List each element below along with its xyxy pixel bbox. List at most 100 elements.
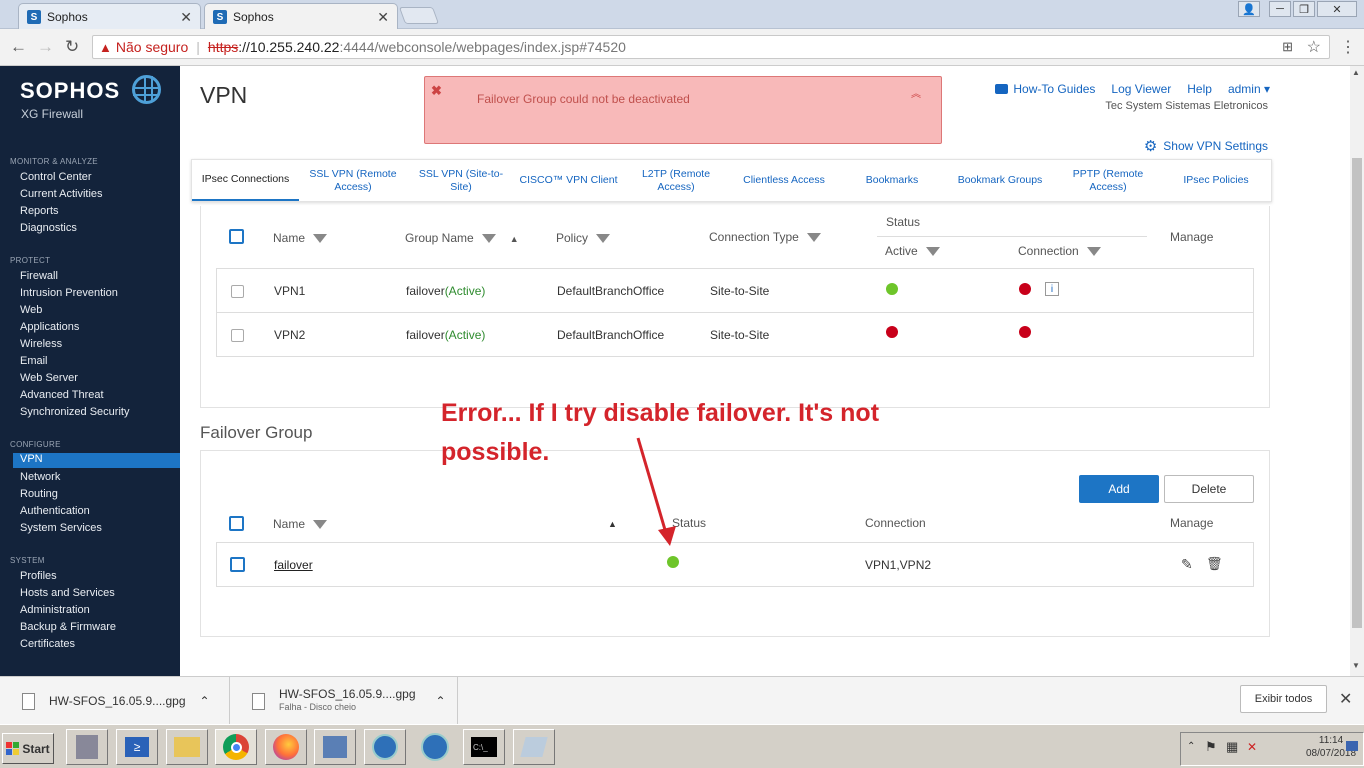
- minimize-button[interactable]: ─: [1269, 1, 1291, 17]
- flag-icon[interactable]: ⚑: [1205, 739, 1217, 755]
- bookmark-star-icon[interactable]: ☆: [1307, 37, 1321, 57]
- filter-icon[interactable]: [1086, 247, 1101, 257]
- sidebar-item-diagnostics[interactable]: Diagnostics: [20, 222, 77, 234]
- reload-icon[interactable]: ↻: [65, 37, 79, 57]
- sidebar-item-wireless[interactable]: Wireless: [20, 338, 62, 350]
- tab-pptp[interactable]: PPTP (Remote Access): [1054, 160, 1162, 201]
- tab-bookmarks[interactable]: Bookmarks: [838, 160, 946, 201]
- sidebar-item-routing[interactable]: Routing: [20, 488, 58, 500]
- close-icon[interactable]: ✕: [1339, 689, 1352, 709]
- menu-icon[interactable]: ⋮: [1340, 37, 1356, 57]
- filter-icon[interactable]: [313, 520, 328, 530]
- tab-ipsec-policies[interactable]: IPsec Policies: [1162, 160, 1270, 201]
- tab-cisco-vpn-client[interactable]: CISCO™ VPN Client: [515, 160, 622, 201]
- sidebar-item-web-server[interactable]: Web Server: [20, 372, 78, 384]
- filter-icon[interactable]: [806, 233, 821, 243]
- info-icon[interactable]: i: [1045, 282, 1059, 296]
- admin-menu[interactable]: admin ▾: [1228, 82, 1270, 96]
- tab-ssl-vpn-site[interactable]: SSL VPN (Site-to-Site): [407, 160, 515, 201]
- sidebar-item-synchronized-security[interactable]: Synchronized Security: [20, 406, 129, 418]
- table-row[interactable]: VPN1 failover(Active) DefaultBranchOffic…: [216, 268, 1254, 313]
- show-all-downloads-button[interactable]: Exibir todos: [1240, 685, 1327, 713]
- sidebar-item-profiles[interactable]: Profiles: [20, 570, 57, 582]
- sidebar-item-system-services[interactable]: System Services: [20, 522, 102, 534]
- download-item[interactable]: HW-SFOS_16.05.9....gpg ⌃: [0, 677, 230, 725]
- powershell-icon[interactable]: ≥: [116, 729, 158, 765]
- tab-l2tp[interactable]: L2TP (Remote Access): [622, 160, 730, 201]
- chrome-icon[interactable]: [215, 729, 257, 765]
- active-status-dot[interactable]: [886, 283, 898, 295]
- tab-ssl-vpn-remote[interactable]: SSL VPN (Remote Access): [299, 160, 407, 201]
- notepad-icon[interactable]: [513, 729, 555, 765]
- close-tab-icon[interactable]: ✕: [180, 9, 192, 26]
- failover-status-dot[interactable]: [667, 556, 679, 568]
- sidebar-item-intrusion-prevention[interactable]: Intrusion Prevention: [20, 287, 118, 299]
- back-icon[interactable]: ←: [10, 37, 27, 57]
- sidebar-item-certificates[interactable]: Certificates: [20, 638, 75, 650]
- filter-icon[interactable]: [313, 234, 328, 244]
- col-group-name[interactable]: Group Name ▲: [405, 231, 519, 245]
- filter-icon[interactable]: [925, 247, 940, 257]
- trash-icon[interactable]: 🗑: [1206, 556, 1223, 572]
- network-icon[interactable]: ▦: [1226, 739, 1238, 755]
- url-field[interactable]: ▲ Não seguro | https ://10.255.240.22 :4…: [92, 35, 1330, 59]
- sidebar-item-network[interactable]: Network: [20, 471, 60, 483]
- failover-name-link[interactable]: failover: [274, 558, 313, 572]
- log-viewer-link[interactable]: Log Viewer: [1111, 82, 1171, 96]
- select-all-checkbox[interactable]: [229, 229, 244, 244]
- close-icon[interactable]: ✖: [431, 83, 442, 99]
- close-window-button[interactable]: ✕: [1317, 1, 1357, 17]
- chevron-up-icon[interactable]: ⌃: [1187, 741, 1195, 752]
- restore-button[interactable]: ❐: [1293, 1, 1315, 17]
- help-link[interactable]: Help: [1187, 82, 1212, 96]
- browser-tab-active[interactable]: S Sophos ✕: [204, 3, 398, 30]
- sidebar-item-email[interactable]: Email: [20, 355, 48, 367]
- sidebar-item-hosts-and-services[interactable]: Hosts and Services: [20, 587, 115, 599]
- sort-up-icon[interactable]: ▲: [608, 519, 617, 529]
- collapse-icon[interactable]: ︽: [911, 85, 921, 100]
- server-manager-icon[interactable]: [66, 729, 108, 765]
- show-vpn-settings-link[interactable]: ⚙ Show VPN Settings: [1144, 137, 1268, 155]
- user-profile-icon[interactable]: 👤: [1238, 1, 1260, 17]
- browser-tab[interactable]: S Sophos ✕: [18, 3, 201, 30]
- connection-status-dot[interactable]: [1019, 283, 1031, 295]
- sidebar-item-control-center[interactable]: Control Center: [20, 171, 92, 183]
- row-checkbox[interactable]: [231, 285, 244, 298]
- chevron-up-icon[interactable]: ⌃: [436, 694, 446, 708]
- add-button[interactable]: Add: [1079, 475, 1159, 503]
- tab-bookmark-groups[interactable]: Bookmark Groups: [946, 160, 1054, 201]
- row-checkbox[interactable]: [231, 329, 244, 342]
- sidebar-item-administration[interactable]: Administration: [20, 604, 90, 616]
- sidebar-item-vpn[interactable]: VPN: [13, 453, 180, 468]
- sort-up-icon[interactable]: ▲: [510, 234, 519, 244]
- explorer-folder-icon[interactable]: [166, 729, 208, 765]
- scroll-down-icon[interactable]: ▼: [1352, 661, 1360, 670]
- col-policy[interactable]: Policy: [556, 231, 611, 245]
- sidebar-item-reports[interactable]: Reports: [20, 205, 59, 217]
- scroll-up-icon[interactable]: ▲: [1352, 68, 1360, 77]
- chevron-up-icon[interactable]: ⌃: [200, 694, 210, 708]
- translate-icon[interactable]: ⊞: [1282, 39, 1293, 55]
- select-all-checkbox[interactable]: [229, 516, 244, 531]
- sidebar-item-web[interactable]: Web: [20, 304, 42, 316]
- download-item[interactable]: HW-SFOS_16.05.9....gpg Falha - Disco che…: [230, 677, 458, 725]
- start-button[interactable]: Start: [2, 733, 54, 764]
- col-connection[interactable]: Connection: [1018, 244, 1101, 258]
- new-tab-button[interactable]: [398, 7, 440, 24]
- col-active[interactable]: Active: [885, 244, 940, 258]
- network-connections-icon[interactable]: [314, 729, 356, 765]
- active-status-dot[interactable]: [886, 326, 898, 338]
- globe-app-icon[interactable]: [364, 729, 406, 765]
- filter-icon[interactable]: [481, 234, 496, 244]
- speaker-muted-icon[interactable]: ✕: [1247, 740, 1257, 754]
- sidebar-item-firewall[interactable]: Firewall: [20, 270, 58, 282]
- row-checkbox[interactable]: [230, 557, 245, 572]
- table-row[interactable]: VPN2 failover(Active) DefaultBranchOffic…: [216, 312, 1254, 357]
- show-desktop-icon[interactable]: [1346, 741, 1358, 751]
- connection-status-dot[interactable]: [1019, 326, 1031, 338]
- edit-pencil-icon[interactable]: ✎: [1181, 556, 1193, 573]
- sidebar-item-backup-firmware[interactable]: Backup & Firmware: [20, 621, 116, 633]
- tab-ipsec-connections[interactable]: IPsec Connections: [192, 160, 299, 201]
- sidebar-item-advanced-threat[interactable]: Advanced Threat: [20, 389, 104, 401]
- forward-icon[interactable]: →: [37, 37, 54, 57]
